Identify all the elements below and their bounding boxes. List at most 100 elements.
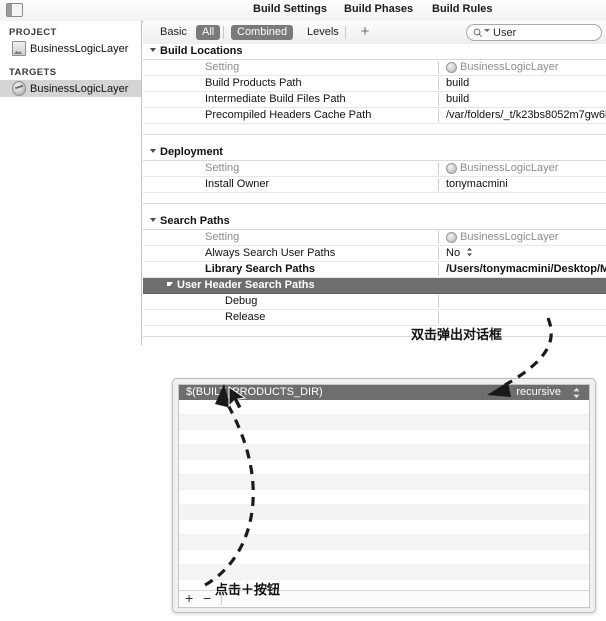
column-header-setting: Setting	[205, 231, 240, 243]
add-path-button[interactable]: +	[185, 591, 193, 606]
setting-name: Always Search User Paths	[205, 247, 336, 259]
dialog-empty-row[interactable]	[179, 520, 589, 535]
setting-value[interactable]: build	[438, 92, 606, 107]
dialog-scope-value[interactable]: recursive	[516, 385, 561, 400]
table-row-selected[interactable]: User Header Search Paths	[143, 278, 606, 294]
target-icon	[446, 232, 457, 243]
panel-toggle-icon[interactable]	[6, 3, 23, 17]
dialog-empty-row[interactable]	[179, 565, 589, 580]
dialog-empty-rows[interactable]	[179, 400, 589, 607]
target-icon	[12, 81, 26, 96]
target-icon	[446, 163, 457, 174]
build-settings-pane: Basic All Combined Levels + User Build L…	[143, 21, 606, 345]
column-separator	[438, 311, 439, 324]
group-spacer	[143, 204, 606, 214]
filter-segment-basic[interactable]: Basic	[154, 25, 193, 40]
chevron-down-icon[interactable]	[484, 29, 490, 32]
setting-value[interactable]: build	[438, 76, 606, 91]
table-row[interactable]: Debug	[143, 294, 606, 310]
dialog-empty-row[interactable]	[179, 460, 589, 475]
sidebar-item-target[interactable]: BusinessLogicLayer	[0, 80, 141, 97]
group-spacer	[143, 124, 606, 135]
setting-value[interactable]: tonymacmini	[438, 177, 606, 192]
dialog-empty-row[interactable]	[179, 550, 589, 565]
stepper-updown-icon[interactable]	[466, 247, 473, 257]
disclosure-triangle-icon[interactable]	[150, 149, 156, 153]
sidebar-item-project-label: BusinessLogicLayer	[30, 42, 129, 55]
search-icon	[473, 28, 482, 37]
disclosure-triangle-icon[interactable]	[150, 48, 156, 52]
search-paths-dialog[interactable]: $(BUILT_PRODUCTS_DIR) recursive + −	[172, 378, 596, 613]
setting-name: Debug	[225, 295, 258, 307]
search-input[interactable]: User	[466, 24, 602, 41]
filter-segment-combined[interactable]: Combined	[231, 25, 294, 40]
editor-tab-bar: Build Settings Build Phases Build Rules	[0, 0, 606, 22]
setting-name-cell: User Header Search Paths	[143, 278, 438, 293]
column-separator	[438, 295, 439, 308]
column-separator	[438, 279, 439, 292]
tab-build-settings[interactable]: Build Settings	[253, 3, 327, 15]
search-input-value: User	[493, 27, 517, 39]
annotation-click-plus: 点击＋按钮	[215, 583, 281, 598]
setting-value[interactable]: /Users/tonymacmini/Desktop/M	[438, 262, 606, 277]
column-header-target: BusinessLogicLayer	[460, 61, 559, 73]
setting-value-cell[interactable]: No	[438, 246, 606, 261]
tab-build-phases[interactable]: Build Phases	[344, 3, 413, 15]
disclosure-triangle-icon[interactable]	[150, 218, 156, 222]
add-setting-button[interactable]: +	[357, 24, 373, 40]
search-paths-list[interactable]: $(BUILT_PRODUCTS_DIR) recursive + −	[178, 384, 590, 608]
group-spacer	[143, 193, 606, 204]
dialog-selected-row[interactable]: $(BUILT_PRODUCTS_DIR) recursive	[179, 385, 589, 400]
column-header-target: BusinessLogicLayer	[460, 162, 559, 174]
project-icon	[12, 41, 26, 56]
table-column-header: Setting BusinessLogicLayer	[143, 60, 606, 76]
disclosure-triangle-icon[interactable]	[167, 282, 173, 286]
setting-name: Release	[225, 311, 266, 323]
segment-divider-1	[223, 26, 224, 39]
table-row[interactable]: Intermediate Build Files Path build	[143, 92, 606, 108]
remove-path-button[interactable]: −	[203, 591, 211, 606]
setting-name: Build Products Path	[205, 77, 302, 89]
table-row[interactable]: Always Search User Paths No	[143, 246, 606, 262]
sidebar-item-project[interactable]: BusinessLogicLayer	[0, 40, 141, 57]
setting-name: Precompiled Headers Cache Path	[205, 109, 372, 121]
dialog-empty-row[interactable]	[179, 535, 589, 550]
setting-value: No	[446, 247, 461, 259]
dialog-path-value[interactable]: $(BUILT_PRODUCTS_DIR)	[186, 385, 323, 400]
column-header-setting: Setting	[205, 162, 240, 174]
table-row[interactable]: Install Owner tonymacmini	[143, 177, 606, 193]
editor-window: Build Settings Build Phases Build Rules …	[0, 0, 606, 346]
dialog-empty-row[interactable]	[179, 445, 589, 460]
dialog-empty-row[interactable]	[179, 430, 589, 445]
group-title: Search Paths	[160, 215, 230, 227]
build-settings-filter-bar: Basic All Combined Levels + User	[143, 21, 606, 45]
build-settings-table[interactable]: Build Locations Setting BusinessLogicLay…	[143, 44, 606, 344]
group-spacer	[143, 135, 606, 145]
table-row[interactable]: Library Search Paths /Users/tonymacmini/…	[143, 262, 606, 278]
filter-segment-levels[interactable]: Levels	[301, 25, 345, 40]
dialog-empty-row[interactable]	[179, 505, 589, 520]
stepper-updown-icon[interactable]	[572, 387, 581, 399]
sidebar-section-targets: TARGETS	[9, 67, 57, 78]
project-navigator-sidebar: PROJECT BusinessLogicLayer TARGETS Busin…	[0, 21, 142, 345]
table-row[interactable]: Precompiled Headers Cache Path /var/fold…	[143, 108, 606, 124]
setting-name: User Header Search Paths	[177, 279, 315, 291]
group-header-search-paths[interactable]: Search Paths	[143, 214, 606, 230]
table-row[interactable]: Build Products Path build	[143, 76, 606, 92]
table-column-header: Setting BusinessLogicLayer	[143, 161, 606, 177]
dialog-empty-row[interactable]	[179, 400, 589, 415]
filter-segment-all[interactable]: All	[196, 25, 221, 40]
table-row[interactable]: Release	[143, 310, 606, 326]
tab-build-rules[interactable]: Build Rules	[432, 3, 493, 15]
setting-value[interactable]: /var/folders/_t/k23bs8052m7gw6b	[438, 108, 606, 123]
annotation-double-click: 双击弹出对话框	[411, 328, 503, 343]
group-title: Build Locations	[160, 45, 243, 57]
group-header-deployment[interactable]: Deployment	[143, 145, 606, 161]
dialog-empty-row[interactable]	[179, 490, 589, 505]
sidebar-item-target-label: BusinessLogicLayer	[30, 82, 129, 95]
dialog-empty-row[interactable]	[179, 415, 589, 430]
dialog-empty-row[interactable]	[179, 475, 589, 490]
table-column-header: Setting BusinessLogicLayer	[143, 230, 606, 246]
group-header-build-locations[interactable]: Build Locations	[143, 44, 606, 60]
setting-name: Library Search Paths	[205, 263, 316, 275]
